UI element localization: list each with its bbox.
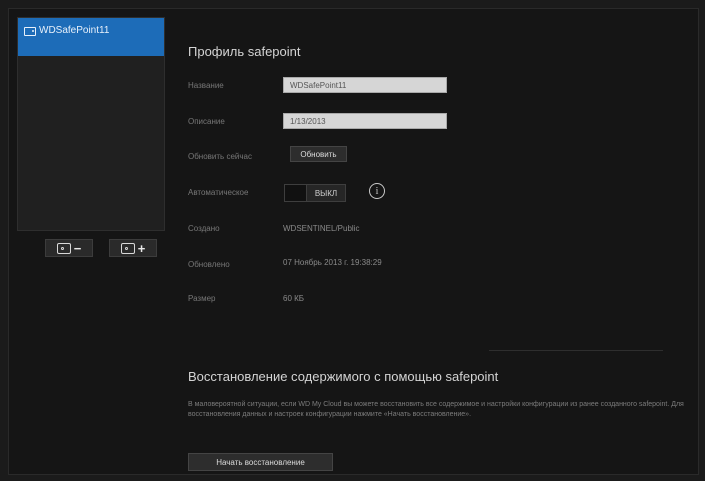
toggle-state: ВЫКЛ bbox=[314, 188, 338, 198]
size-value: 60 КБ bbox=[283, 294, 305, 303]
info-icon[interactable]: i bbox=[369, 183, 385, 199]
name-label: Название bbox=[188, 81, 224, 90]
description-field[interactable]: 1/13/2013 bbox=[283, 113, 447, 129]
toggle-knob bbox=[285, 185, 307, 201]
description-label: Описание bbox=[188, 117, 225, 126]
update-now-button[interactable]: Обновить bbox=[290, 146, 347, 162]
drive-remove-icon bbox=[56, 242, 71, 254]
update-now-label: Обновить сейчас bbox=[188, 152, 252, 161]
minus-icon: − bbox=[73, 240, 82, 256]
updated-value: 07 Ноябрь 2013 г. 19:38:29 bbox=[283, 258, 382, 267]
plus-icon: + bbox=[137, 240, 146, 256]
created-value: WDSENTINEL/Public bbox=[283, 224, 360, 233]
restore-title: Восстановление содержимого с помощью saf… bbox=[188, 369, 499, 384]
updated-label: Обновлено bbox=[188, 260, 230, 269]
divider bbox=[489, 350, 663, 351]
created-label: Создано bbox=[188, 224, 220, 233]
safepoint-list-item[interactable]: WDSafePoint11 bbox=[18, 18, 164, 56]
auto-update-toggle[interactable]: ВЫКЛ bbox=[284, 184, 346, 202]
add-safepoint-button[interactable]: + bbox=[109, 239, 157, 257]
drive-icon bbox=[24, 27, 36, 36]
name-field[interactable]: WDSafePoint11 bbox=[283, 77, 447, 93]
drive-add-icon bbox=[120, 242, 135, 254]
start-restore-button[interactable]: Начать восстановление bbox=[188, 453, 333, 471]
remove-safepoint-button[interactable]: − bbox=[45, 239, 93, 257]
safepoint-item-label: WDSafePoint11 bbox=[39, 25, 110, 36]
profile-title: Профиль safepoint bbox=[188, 44, 301, 59]
safepoint-list: WDSafePoint11 bbox=[17, 17, 165, 231]
restore-description: В маловероятной ситуации, если WD My Clo… bbox=[188, 401, 684, 418]
size-label: Размер bbox=[188, 294, 216, 303]
auto-update-label: Автоматическое bbox=[188, 188, 249, 197]
